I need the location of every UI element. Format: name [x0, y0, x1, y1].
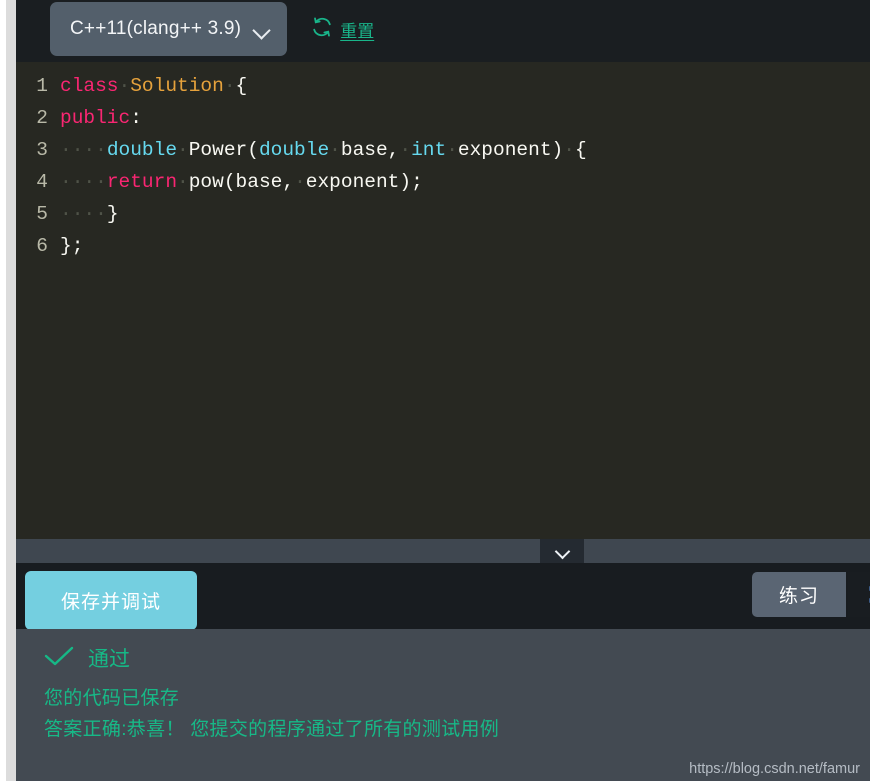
code-line-text: ····return·pow(base,·exponent);: [60, 166, 423, 198]
code-token: ·: [294, 171, 306, 193]
result-status-label: 通过: [88, 648, 130, 671]
code-token: ·: [329, 139, 341, 161]
editor-toolbar: C++11(clang++ 3.9) 重置: [16, 0, 870, 62]
result-messages: 您的代码已保存答案正确:恭喜！ 您提交的程序通过了所有的测试用例: [44, 683, 870, 745]
code-token: exponent);: [305, 171, 423, 193]
practice-button[interactable]: 练习: [752, 572, 846, 617]
result-panel: 通过 您的代码已保存答案正确:恭喜！ 您提交的程序通过了所有的测试用例 http…: [16, 629, 870, 781]
reset-button[interactable]: 重置: [311, 16, 374, 43]
code-lines: 1 class·Solution·{2 public: 3 ····double·Pow…: [16, 70, 870, 262]
more-options-button[interactable]: [848, 572, 870, 617]
code-token: ·: [223, 75, 236, 97]
line-number: 2: [36, 107, 48, 129]
result-status-row: 通过: [44, 643, 870, 673]
code-line-text: ····double·Power(double·base,·int·expone…: [60, 134, 587, 166]
panel-splitter[interactable]: [16, 539, 870, 563]
code-token: ·: [446, 139, 458, 161]
line-number: 1: [36, 75, 48, 97]
code-token: return: [106, 171, 178, 193]
code-token: Power(: [188, 139, 259, 161]
code-token: double: [258, 139, 330, 161]
code-line-text: };: [60, 230, 83, 262]
watermark: https://blog.csdn.net/famur: [689, 761, 860, 777]
code-token: Solution: [130, 75, 224, 97]
check-icon: [44, 645, 74, 672]
code-token: :: [130, 107, 142, 129]
language-select-label: C++11(clang++ 3.9): [70, 18, 242, 39]
code-token: ····: [60, 139, 107, 161]
code-token: exponent): [457, 139, 564, 161]
code-token: ····: [60, 203, 107, 225]
reset-label: 重置: [340, 21, 375, 41]
code-line: 3 ····double·Power(double·base,·int·expon…: [16, 134, 870, 166]
line-number: 3: [36, 139, 48, 161]
code-line: 4 ····return·pow(base,·exponent);: [16, 166, 870, 198]
save-and-debug-button[interactable]: 保存并调试: [25, 571, 197, 630]
code-token: class: [60, 75, 119, 97]
refresh-icon: [311, 16, 333, 43]
result-message: 您的代码已保存: [44, 688, 180, 709]
code-token: {: [574, 139, 587, 161]
page-left-gutter: [0, 0, 16, 781]
code-line-text: public:: [60, 102, 142, 134]
code-token: }: [106, 203, 119, 225]
chevron-down-icon: [253, 24, 271, 35]
line-number: 6: [36, 235, 48, 257]
code-line-text: class·Solution·{: [60, 70, 247, 102]
code-line-text: ····}: [60, 198, 119, 230]
code-token: ·: [563, 139, 575, 161]
code-line: 2 public:: [16, 102, 870, 134]
action-bar: 保存并调试 练习: [16, 563, 870, 630]
code-line: 6};: [16, 230, 870, 262]
code-token: public: [60, 107, 131, 129]
code-token: ·: [399, 139, 412, 161]
code-line: 1 class·Solution·{: [16, 70, 870, 102]
code-line: 5 ····}: [16, 198, 870, 230]
language-select[interactable]: C++11(clang++ 3.9): [50, 2, 288, 56]
code-token: ·: [118, 75, 131, 97]
main-content: C++11(clang++ 3.9) 重置 1 class·Solution·{2…: [16, 0, 870, 781]
code-token: };: [60, 235, 84, 257]
code-token: double: [106, 139, 178, 161]
code-token: ····: [60, 171, 107, 193]
line-number: 4: [36, 171, 48, 193]
line-number: 5: [36, 203, 48, 225]
code-token: ·: [177, 139, 189, 161]
code-token: base,: [340, 139, 400, 161]
result-message: 答案正确:恭喜！ 您提交的程序通过了所有的测试用例: [44, 719, 500, 740]
chevron-down-icon: [555, 547, 569, 556]
code-editor[interactable]: 1 class·Solution·{2 public: 3 ····double·Pow…: [16, 62, 870, 539]
code-exercise-page: C++11(clang++ 3.9) 重置 1 class·Solution·{2…: [0, 0, 870, 781]
code-token: {: [235, 75, 248, 97]
collapse-panel-button[interactable]: [540, 539, 584, 563]
code-token: ·: [177, 171, 189, 193]
code-token: int: [411, 139, 447, 161]
code-token: pow(base,: [188, 171, 295, 193]
